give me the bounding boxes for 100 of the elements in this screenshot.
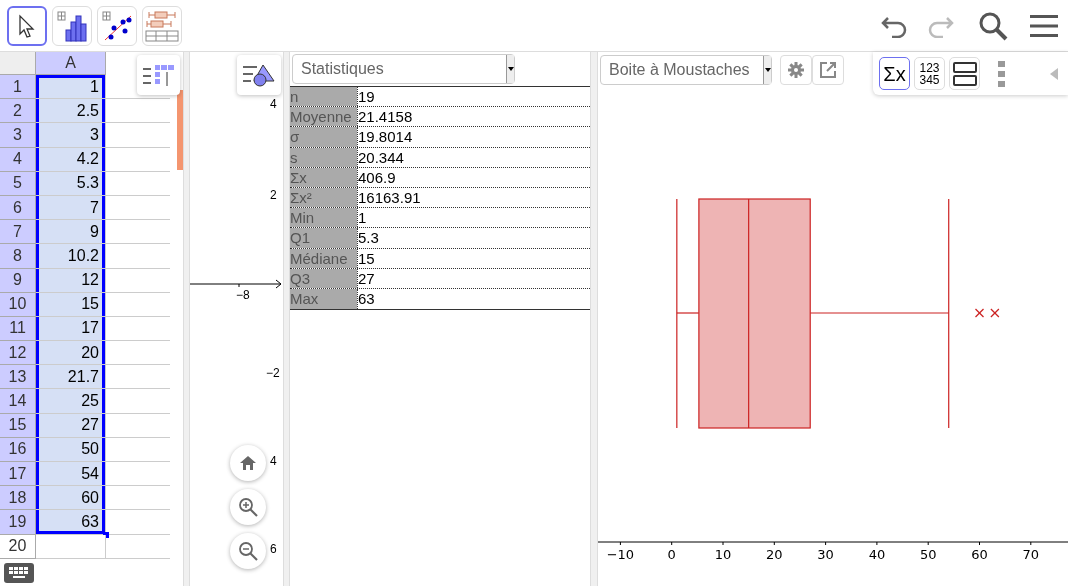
tool-button[interactable] (7, 5, 47, 46)
spreadsheet-cell[interactable]: 9 (36, 220, 106, 245)
zoom-out-icon (238, 541, 258, 561)
row-header[interactable]: 19 (0, 510, 36, 535)
axis-tick-label: 70 (1022, 547, 1040, 562)
home-button[interactable] (230, 445, 266, 481)
zoom-in-icon (238, 497, 258, 517)
statistic-name: Max (290, 288, 357, 310)
axis-tick-label: 60 (971, 547, 988, 562)
axis-tick-label: 50 (919, 547, 937, 562)
row-header[interactable]: 12 (0, 341, 36, 366)
axis-label: 4 (270, 97, 277, 111)
spreadsheet-cell[interactable]: 63 (36, 510, 106, 535)
spreadsheet-cell[interactable]: 10.2 (36, 244, 106, 269)
view-button[interactable]: 123 345 (914, 57, 945, 90)
statistic-name: s (290, 147, 357, 167)
row-header[interactable]: 6 (0, 195, 36, 221)
row-header[interactable]: 10 (0, 292, 36, 317)
axis-tick-label: 10 (714, 547, 732, 562)
axis-label: 4 (270, 454, 277, 468)
spreadsheet-cell[interactable]: 5.3 (36, 171, 106, 196)
column-header[interactable]: A (36, 52, 106, 75)
axis-label: 6 (270, 542, 277, 556)
axis-label: −2 (266, 366, 280, 380)
row-header[interactable]: 5 (0, 171, 36, 196)
settings-button[interactable] (780, 55, 812, 85)
statistic-name: σ (290, 127, 357, 147)
caret-icon (763, 56, 771, 84)
style-bar-button[interactable] (137, 55, 180, 95)
spreadsheet-cell[interactable]: 15 (36, 292, 106, 317)
outlier-cross (990, 308, 1000, 318)
external-link-icon (819, 61, 837, 79)
axis-label: 2 (270, 188, 277, 202)
more-vertical-icon[interactable] (998, 60, 1006, 87)
spreadsheet-cell[interactable]: 21.7 (36, 365, 106, 390)
statistic-name: n (290, 87, 357, 107)
row-header[interactable]: 14 (0, 389, 36, 414)
statistics-dropdown[interactable]: Statistiques (292, 54, 515, 84)
spreadsheet-cell[interactable]: 60 (36, 486, 106, 511)
boxplot-table-icon (145, 9, 179, 42)
spreadsheet-cell[interactable]: 25 (36, 389, 106, 414)
row-header[interactable]: 15 (0, 413, 36, 438)
row-header[interactable]: 8 (0, 244, 36, 269)
spreadsheet-cell[interactable]: 54 (36, 462, 106, 487)
grid-layout-icon (142, 64, 175, 86)
row-header[interactable]: 20 (0, 534, 36, 559)
statistic-name: Moyenne (290, 107, 357, 127)
row-header[interactable]: 11 (0, 316, 36, 342)
statistic-name: Q3 (290, 268, 357, 288)
axis-tick-label: −10 (606, 547, 635, 562)
scatter-line-icon (101, 9, 133, 42)
style-bar-button[interactable] (237, 55, 281, 95)
view-button[interactable] (949, 57, 980, 90)
spreadsheet-cell[interactable]: 7 (36, 195, 106, 221)
keyboard-icon (8, 566, 30, 580)
axis-tick-label: 40 (868, 547, 886, 562)
zoom-in-button[interactable] (230, 489, 266, 525)
spreadsheet-cell[interactable]: 20 (36, 341, 106, 366)
zoom-out-button[interactable] (230, 533, 266, 569)
view-button[interactable]: Σx (879, 57, 910, 90)
search-icon (978, 10, 1008, 41)
row-header[interactable]: 4 (0, 147, 36, 172)
spreadsheet-cell[interactable]: 17 (36, 316, 106, 342)
keyboard-button[interactable] (4, 563, 34, 583)
spreadsheet-cell[interactable]: 3 (36, 123, 106, 148)
export-button[interactable] (812, 55, 844, 85)
axis-label: −8 (236, 288, 250, 302)
lines-triangle-circle-icon (243, 63, 275, 87)
statistic-name: Σx² (290, 187, 357, 208)
gear-icon (788, 62, 804, 78)
scrollbar[interactable] (177, 90, 183, 170)
row-header[interactable]: 9 (0, 268, 36, 293)
spreadsheet-cell[interactable]: 50 (36, 437, 106, 462)
row-header[interactable]: 2 (0, 99, 36, 124)
spreadsheet-cell[interactable]: 4.2 (36, 147, 106, 172)
row-header[interactable]: 7 (0, 220, 36, 245)
home-icon (239, 455, 257, 471)
row-header[interactable]: 13 (0, 365, 36, 390)
row-header[interactable]: 3 (0, 123, 36, 148)
histogram-icon (56, 9, 88, 42)
row-header[interactable]: 1 (0, 75, 36, 100)
row-header[interactable]: 16 (0, 437, 36, 462)
chart-type-dropdown[interactable]: Boite à Moustaches (600, 55, 772, 85)
menu-icon (1030, 13, 1058, 38)
row-header[interactable]: 18 (0, 486, 36, 511)
cursor-arrow-icon (18, 13, 36, 38)
statistic-name: Q1 (290, 228, 357, 248)
spreadsheet-cell[interactable] (36, 534, 106, 559)
row-header[interactable]: 17 (0, 462, 36, 487)
axis-tick-label: 0 (667, 547, 676, 562)
spreadsheet-cell[interactable]: 12 (36, 268, 106, 293)
statistic-name: Σx (290, 167, 357, 187)
axis-tick-label: 30 (817, 547, 834, 562)
spreadsheet-cell[interactable]: 2.5 (36, 99, 106, 124)
spreadsheet-cell[interactable]: 27 (36, 413, 106, 438)
caret-icon (506, 55, 514, 83)
split-panes-icon (952, 61, 977, 86)
statistic-name: Médiane (290, 248, 357, 268)
statistic-name: Min (290, 208, 357, 228)
spreadsheet-cell[interactable]: 1 (36, 75, 106, 100)
